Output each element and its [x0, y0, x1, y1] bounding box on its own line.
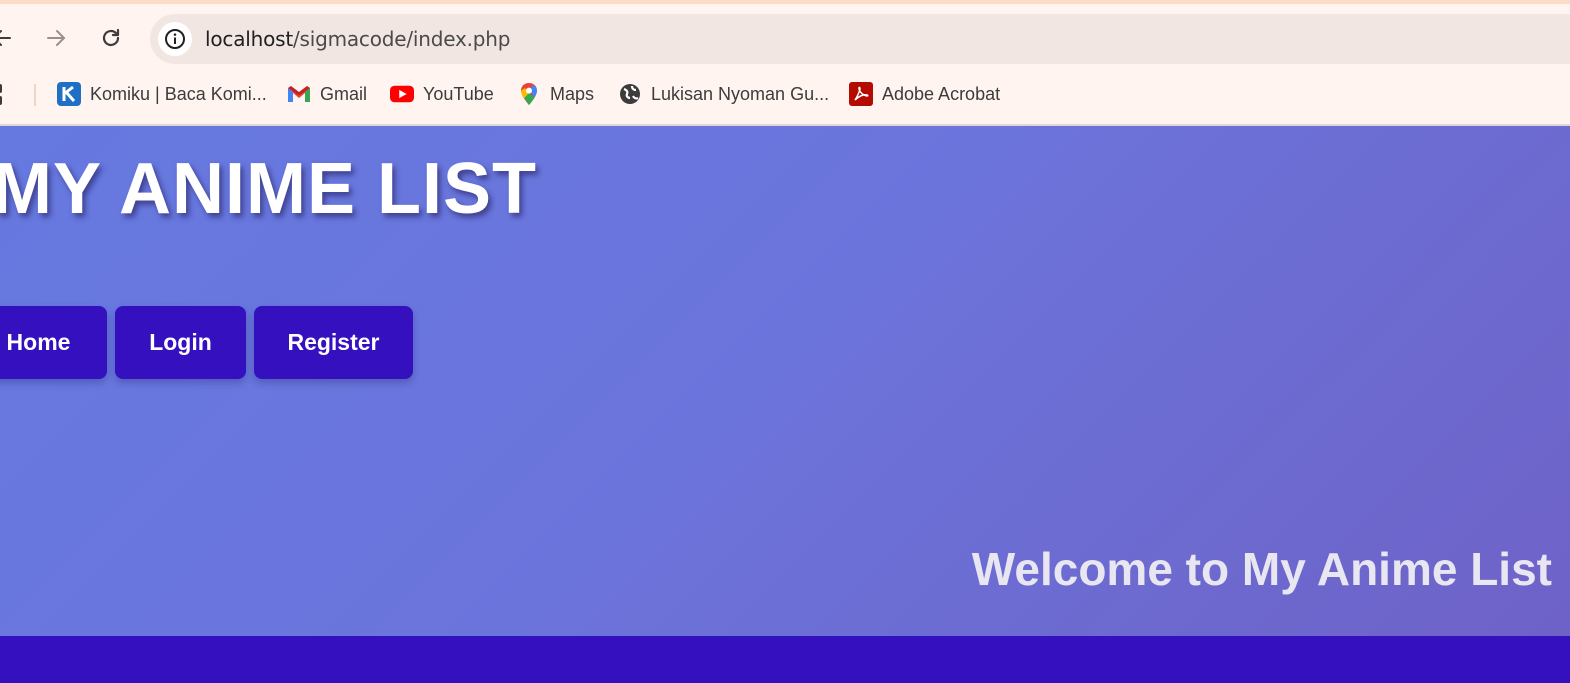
bookmarks-bar: Komiku | Baca Komi... Gmail YouTube Maps…: [0, 70, 1570, 125]
arrow-left-icon: [0, 30, 11, 46]
bookmark-gmail[interactable]: Gmail: [287, 81, 367, 107]
address-bar[interactable]: localhost/sigmacode/index.php: [150, 14, 1570, 64]
reload-icon: [102, 28, 120, 47]
bookmark-label: Gmail: [320, 83, 368, 104]
browser-toolbar: localhost/sigmacode/index.php: [0, 4, 1570, 70]
bookmark-lukisan[interactable]: Lukisan Nyoman Gu...: [618, 81, 829, 107]
gmail-icon: [287, 82, 311, 106]
forward-button[interactable]: [42, 24, 70, 52]
info-icon: [165, 29, 185, 49]
bookmark-label: Komiku | Baca Komi...: [90, 83, 267, 104]
nav-home-button[interactable]: Home: [0, 306, 107, 379]
bookmark-maps[interactable]: Maps: [517, 81, 594, 107]
url-path: /sigmacode/index.php: [292, 27, 511, 51]
bookmark-label: Lukisan Nyoman Gu...: [651, 83, 830, 104]
url-host: localhost: [205, 27, 293, 51]
bookmarks-divider: [34, 84, 36, 106]
page-header: MY ANIME LIST Home Login Register Welcom…: [0, 126, 1570, 636]
bookmark-komiku[interactable]: Komiku | Baca Komi...: [57, 81, 267, 107]
youtube-icon: [390, 82, 414, 106]
apps-grid-icon[interactable]: [0, 84, 12, 110]
url-text[interactable]: localhost/sigmacode/index.php: [205, 27, 510, 51]
bookmark-youtube[interactable]: YouTube: [390, 81, 494, 107]
komiku-icon: [57, 82, 81, 106]
site-info-button[interactable]: [158, 22, 192, 56]
bookmark-adobe-acrobat[interactable]: Adobe Acrobat: [849, 81, 1000, 107]
footer-bar: [0, 636, 1570, 683]
bookmark-label: Adobe Acrobat: [882, 83, 1001, 104]
maps-icon: [517, 82, 541, 106]
welcome-heading: Welcome to My Anime List: [971, 543, 1552, 595]
globe-icon: [618, 82, 642, 106]
bookmark-label: YouTube: [423, 83, 494, 104]
acrobat-icon: [849, 82, 873, 106]
bookmark-label: Maps: [550, 83, 595, 104]
back-button[interactable]: [0, 24, 16, 52]
nav-register-button[interactable]: Register: [254, 306, 413, 379]
nav-login-button[interactable]: Login: [115, 306, 246, 379]
site-title: MY ANIME LIST: [0, 149, 538, 229]
reload-button[interactable]: [97, 24, 125, 52]
arrow-right-icon: [47, 30, 66, 46]
